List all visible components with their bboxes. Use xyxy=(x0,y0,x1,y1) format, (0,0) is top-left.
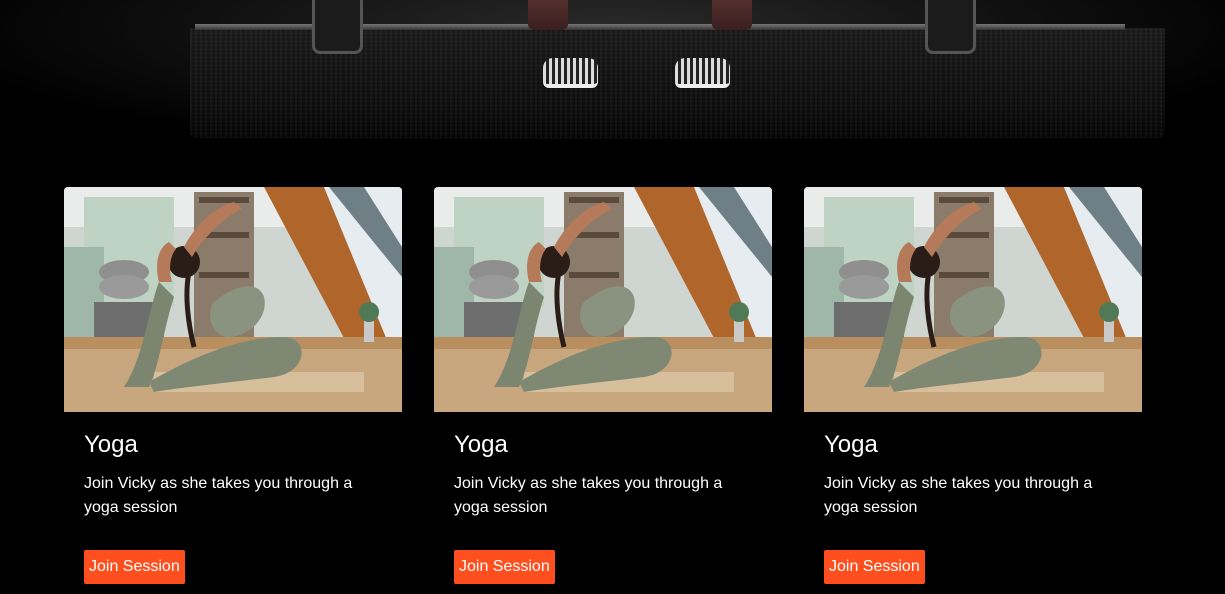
weight-plate-left xyxy=(312,0,363,54)
yoga-photo xyxy=(64,187,402,412)
session-card: Yoga Join Vicky as she takes you through… xyxy=(434,187,772,584)
join-session-button[interactable]: Join Session xyxy=(454,550,555,584)
yoga-photo xyxy=(434,187,772,412)
card-description: Join Vicky as she takes you through a yo… xyxy=(84,475,353,516)
card-title: Yoga xyxy=(454,431,508,458)
card-title: Yoga xyxy=(84,431,138,458)
card-title: Yoga xyxy=(824,431,878,458)
session-card: Yoga Join Vicky as she takes you through… xyxy=(804,187,1142,584)
athlete-leg-right xyxy=(712,0,752,30)
join-session-button[interactable]: Join Session xyxy=(824,550,925,584)
athlete-leg-left xyxy=(528,0,568,30)
session-card: Yoga Join Vicky as she takes you through… xyxy=(64,187,402,584)
sneaker-right xyxy=(675,58,730,88)
yoga-photo xyxy=(804,187,1142,412)
sneaker-left xyxy=(543,58,598,88)
hero-image xyxy=(0,0,1225,140)
weight-plate-right xyxy=(925,0,976,54)
card-description: Join Vicky as she takes you through a yo… xyxy=(824,475,1093,516)
join-session-button[interactable]: Join Session xyxy=(84,550,185,584)
card-description: Join Vicky as she takes you through a yo… xyxy=(454,475,723,516)
